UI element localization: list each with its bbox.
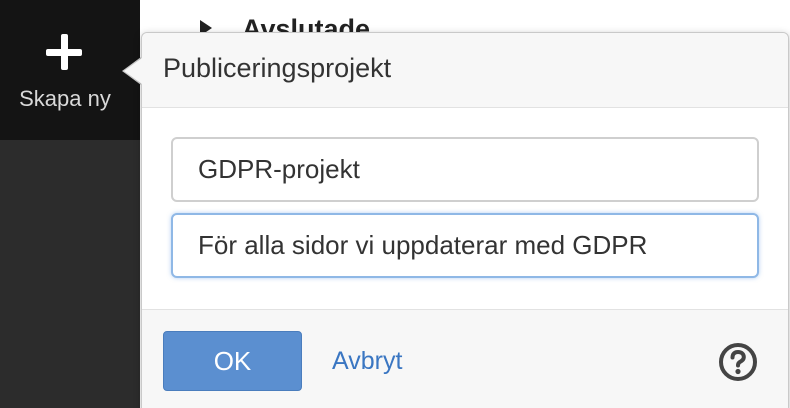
project-name-input[interactable] [171,137,759,202]
ok-button[interactable]: OK [163,331,302,391]
create-project-popover: Publiceringsprojekt OK Avbryt [141,32,789,408]
create-new-button[interactable]: Skapa ny [0,0,140,140]
popover-footer: OK Avbryt [142,309,788,408]
project-description-input[interactable] [171,213,759,278]
popover-title: Publiceringsprojekt [163,53,392,83]
cancel-link[interactable]: Avbryt [332,347,402,376]
sidebar: Skapa ny [0,0,140,408]
create-new-label: Skapa ny [19,86,111,111]
popover-header: Publiceringsprojekt [142,33,788,108]
question-circle-icon[interactable] [718,342,758,382]
plus-icon [46,34,82,70]
popover-arrow-fill [124,58,142,84]
